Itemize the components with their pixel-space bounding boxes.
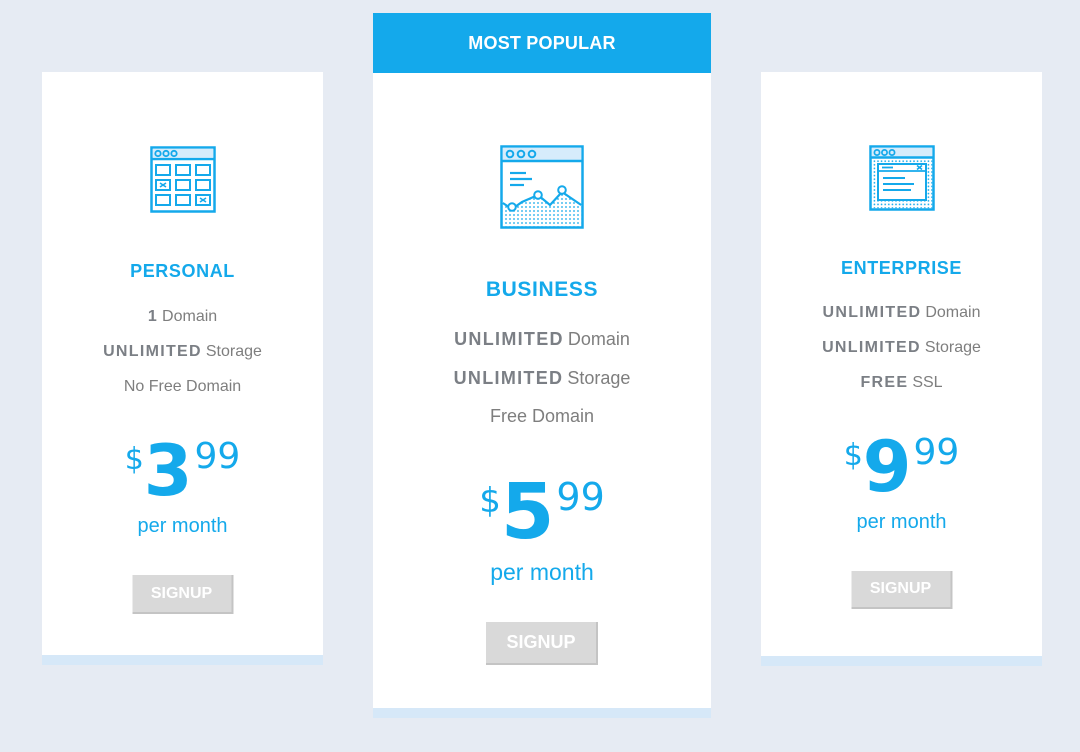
price-whole: 9: [862, 426, 912, 508]
price-cents: 99: [556, 475, 605, 519]
plan-name: ENTERPRISE: [840, 258, 963, 278]
plan-name: PERSONAL: [130, 261, 235, 281]
browser-chart-icon: [500, 145, 584, 229]
feature-item: UNLIMITED Domain: [761, 303, 1042, 338]
currency-symbol: $: [124, 442, 144, 477]
feature-strong: UNLIMITED: [822, 304, 922, 321]
feature-strong: UNLIMITED: [453, 367, 564, 388]
feature-item: No Free Domain: [42, 377, 323, 412]
feature-text: Domain: [567, 329, 630, 349]
plan-card-enterprise: ENTERPRISE UNLIMITED Domain UNLIMITED Stor…: [761, 72, 1042, 666]
feature-item: Free Domain: [373, 406, 711, 445]
price-cents: 99: [913, 432, 960, 473]
price-period: per month: [490, 559, 594, 585]
currency-symbol: $: [843, 438, 863, 473]
feature-strong: UNLIMITED: [822, 339, 921, 356]
feature-item: UNLIMITED Storage: [373, 368, 711, 407]
feature-list: 1 Domain UNLIMITED Storage No Free Domain: [42, 307, 323, 412]
feature-item: FREE SSL: [761, 373, 1042, 408]
feature-item: UNLIMITED Storage: [761, 338, 1042, 373]
price-period: per month: [137, 515, 228, 537]
price: $999: [761, 432, 1042, 502]
feature-text: Free Domain: [489, 406, 595, 426]
price-whole: 5: [500, 468, 555, 557]
plan-card-business: BUSINESS UNLIMITED Domain UNLIMITED Storag…: [373, 73, 711, 718]
feature-strong: FREE: [860, 374, 909, 391]
feature-text: Domain: [925, 304, 981, 321]
feature-strong: UNLIMITED: [454, 329, 564, 349]
feature-item: UNLIMITED Domain: [373, 329, 711, 368]
price: $399: [42, 436, 323, 506]
feature-text: Storage: [205, 343, 262, 360]
feature-text: Storage: [567, 367, 631, 388]
feature-item: 1 Domain: [42, 307, 323, 342]
signup-button[interactable]: SIGNUP: [851, 571, 952, 609]
price-cents: 99: [194, 436, 241, 477]
price: $599: [373, 468, 711, 557]
price-whole: 3: [143, 430, 193, 512]
browser-window-icon: [868, 145, 935, 211]
signup-button[interactable]: SIGNUP: [486, 622, 598, 665]
feature-strong: UNLIMITED: [103, 343, 202, 360]
feature-list: UNLIMITED Domain UNLIMITED Storage FREE SSL: [761, 303, 1042, 408]
plan-name: BUSINESS: [485, 278, 599, 301]
most-popular-banner: MOST POPULAR: [373, 13, 711, 73]
calendar-grid-icon: [149, 146, 216, 213]
feature-item: UNLIMITED Storage: [42, 342, 323, 377]
plan-card-personal: PERSONAL 1 Domain UNLIMITED Storage No Fre…: [42, 72, 323, 665]
currency-symbol: $: [479, 481, 501, 521]
feature-text: No Free Domain: [123, 378, 242, 395]
feature-text: SSL: [912, 374, 943, 391]
signup-button[interactable]: SIGNUP: [132, 575, 233, 614]
feature-list: UNLIMITED Domain UNLIMITED Storage Free Do…: [373, 329, 711, 445]
feature-text: Storage: [924, 339, 981, 356]
price-period: per month: [856, 511, 947, 533]
feature-strong: 1: [147, 308, 159, 325]
feature-text: Domain: [162, 308, 218, 325]
